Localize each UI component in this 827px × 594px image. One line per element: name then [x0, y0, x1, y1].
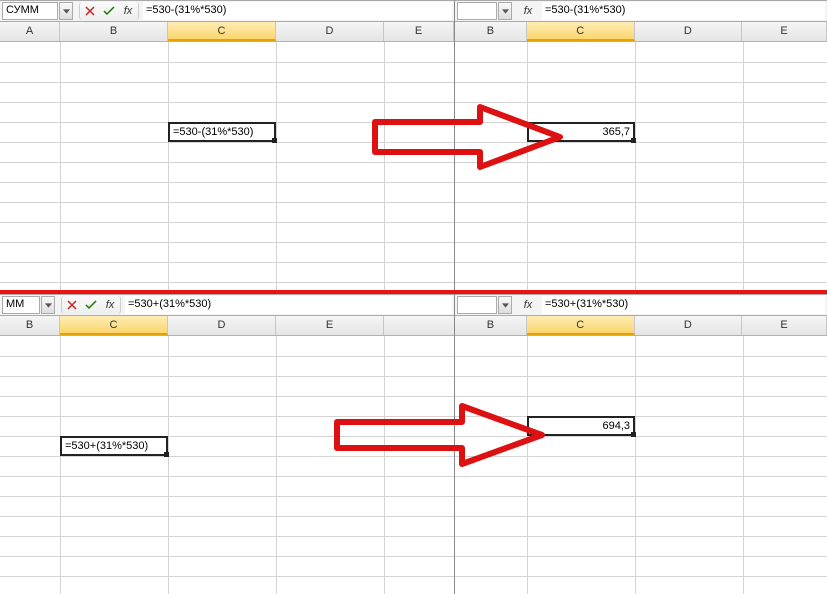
fill-handle[interactable] — [631, 432, 636, 437]
column-headers: B C D E — [455, 316, 827, 336]
chevron-down-icon — [45, 303, 52, 308]
formula-buttons: fx — [518, 2, 538, 20]
accept-button[interactable] — [85, 299, 97, 311]
chevron-down-icon — [502, 303, 509, 308]
col-header-c[interactable]: C — [60, 316, 168, 335]
col-header-a[interactable]: A — [0, 22, 60, 41]
name-box[interactable] — [457, 2, 497, 20]
col-header-d[interactable]: D — [168, 316, 276, 335]
chevron-down-icon — [502, 9, 509, 14]
fx-button[interactable]: fx — [104, 299, 116, 311]
formula-buttons: fx — [518, 296, 538, 314]
name-box-dropdown[interactable] — [59, 2, 73, 20]
col-header-e[interactable]: E — [742, 316, 827, 335]
col-header-e[interactable]: E — [276, 316, 384, 335]
col-header-c[interactable]: C — [527, 22, 635, 41]
fx-button[interactable]: fx — [122, 5, 134, 17]
name-box-dropdown[interactable] — [498, 2, 512, 20]
active-cell[interactable]: =530-(31%*530) — [168, 122, 276, 142]
col-header-c[interactable]: C — [168, 22, 276, 41]
formula-input[interactable]: =530+(31%*530) — [542, 296, 825, 314]
col-header-b[interactable]: B — [60, 22, 168, 41]
col-header-e[interactable]: E — [384, 22, 454, 41]
fill-handle[interactable] — [272, 138, 277, 143]
fx-button[interactable]: fx — [522, 299, 534, 311]
fx-button[interactable]: fx — [522, 5, 534, 17]
active-cell[interactable]: =530+(31%*530) — [60, 436, 168, 456]
column-headers: B C D E — [455, 22, 827, 42]
col-header-d[interactable]: D — [635, 316, 743, 335]
check-icon — [85, 300, 97, 310]
name-box[interactable]: СУММ — [2, 2, 58, 20]
col-header-b[interactable]: B — [0, 316, 60, 335]
formula-input[interactable]: =530-(31%*530) — [542, 2, 825, 20]
check-icon — [103, 6, 115, 16]
arrow-icon — [332, 400, 552, 470]
arrow-icon — [370, 102, 570, 172]
cancel-icon — [85, 6, 95, 16]
col-header-d[interactable]: D — [635, 22, 743, 41]
cell-value: =530+(31%*530) — [65, 440, 148, 452]
formula-bar: fx =530+(31%*530) — [455, 294, 827, 316]
col-header-e[interactable]: E — [742, 22, 827, 41]
cancel-icon — [67, 300, 77, 310]
cell-value: =530-(31%*530) — [173, 126, 253, 138]
cancel-button[interactable] — [66, 299, 78, 311]
col-header-d[interactable]: D — [276, 22, 384, 41]
chevron-down-icon — [63, 9, 70, 14]
formula-input[interactable]: =530-(31%*530) — [143, 2, 452, 20]
formula-bar: ММ fx =530+(31%*530) — [0, 294, 454, 316]
column-headers: A B C D E — [0, 22, 454, 42]
fill-handle[interactable] — [164, 452, 169, 457]
accept-button[interactable] — [103, 5, 115, 17]
cell-value: 365,7 — [602, 126, 630, 138]
name-box-dropdown[interactable] — [41, 296, 55, 314]
name-box-dropdown[interactable] — [498, 296, 512, 314]
col-header-c[interactable]: C — [527, 316, 635, 335]
formula-bar: СУММ fx =530-(31%*530) — [0, 0, 454, 22]
formula-input[interactable]: =530+(31%*530) — [125, 296, 452, 314]
name-box[interactable] — [457, 296, 497, 314]
name-box[interactable]: ММ — [2, 296, 40, 314]
formula-buttons: fx — [79, 2, 139, 20]
formula-bar: fx =530-(31%*530) — [455, 0, 827, 22]
col-header-b[interactable]: B — [455, 22, 527, 41]
cell-value: 694,3 — [602, 420, 630, 432]
column-headers: B C D E — [0, 316, 454, 336]
formula-buttons: fx — [61, 296, 121, 314]
cancel-button[interactable] — [84, 5, 96, 17]
col-header-b[interactable]: B — [455, 316, 527, 335]
fill-handle[interactable] — [631, 138, 636, 143]
